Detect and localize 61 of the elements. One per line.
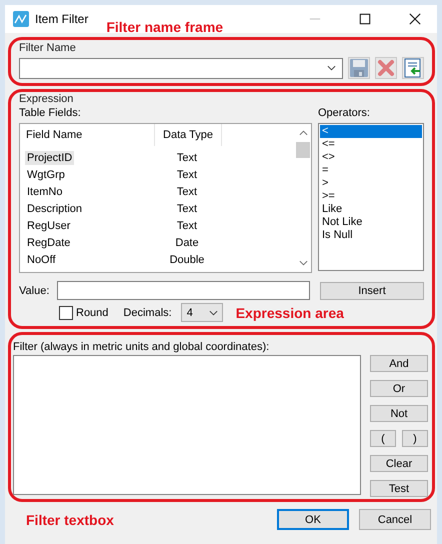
operator-item[interactable]: <> — [320, 151, 422, 164]
app-icon — [13, 11, 29, 27]
operator-item[interactable]: Is Null — [320, 229, 422, 242]
operator-item[interactable]: Like — [320, 203, 422, 216]
operator-button[interactable]: Not — [370, 405, 428, 422]
annotation-label: Filter name frame — [106, 19, 224, 35]
column-header[interactable]: Data Type — [155, 124, 222, 146]
operator-button[interactable]: And — [370, 355, 428, 372]
field-name[interactable]: Description — [25, 202, 84, 216]
operators-label: Operators: — [318, 107, 371, 119]
round-label[interactable]: Round — [76, 306, 108, 318]
data-type: Text — [176, 168, 198, 180]
field-name[interactable]: ItemNo — [25, 184, 64, 198]
annotation-label: Filter textbox — [26, 512, 115, 528]
insert-button[interactable]: Insert — [320, 282, 424, 300]
data-type: Date — [174, 236, 200, 248]
ok-button[interactable]: OK — [277, 509, 349, 530]
value-label: Value: — [19, 284, 50, 296]
maximize-icon[interactable] — [359, 13, 371, 25]
decimals-label: Decimals: — [123, 306, 172, 318]
round-checkbox[interactable] — [59, 306, 73, 320]
operator-item[interactable]: < — [320, 125, 422, 138]
table-fields-label: Table Fields: — [19, 107, 82, 119]
operator-item[interactable]: = — [320, 164, 422, 177]
operator-button[interactable]: Test — [370, 480, 428, 497]
close-icon[interactable] — [409, 13, 421, 25]
group-label: Expression — [19, 93, 74, 105]
operator-item[interactable]: >= — [320, 190, 422, 203]
field-name[interactable]: RegDate — [25, 236, 72, 250]
decimals-dropdown[interactable]: 4 — [180, 303, 223, 322]
operator-item[interactable]: Not Like — [320, 216, 422, 229]
dropdown-icon — [208, 310, 218, 316]
decimals-value: 4 — [186, 306, 193, 318]
operator-button[interactable]: Or — [370, 380, 428, 397]
operator-item[interactable]: <= — [320, 138, 422, 151]
data-type: Double — [168, 254, 206, 266]
operator-item[interactable]: > — [320, 177, 422, 190]
field-name[interactable]: RegUser — [25, 218, 72, 232]
parenthesis-button[interactable]: ( — [370, 430, 396, 447]
value-field[interactable] — [57, 281, 310, 300]
group-label: Filter Name — [19, 42, 77, 54]
data-type: Text — [176, 202, 198, 214]
column-header[interactable]: Field Name — [20, 124, 155, 146]
data-type: Text — [176, 220, 198, 232]
filter-name-combo[interactable] — [19, 58, 343, 78]
parenthesis-button[interactable]: ) — [402, 430, 428, 447]
field-name[interactable]: WgtGrp — [25, 168, 67, 182]
scroll-thumb[interactable] — [296, 142, 310, 158]
cancel-button[interactable]: Cancel — [359, 509, 431, 530]
data-type: Text — [176, 152, 198, 164]
filter-label: Filter (always in metric units and global coordinates): — [13, 341, 270, 353]
operator-button[interactable]: Clear — [370, 455, 428, 472]
field-name[interactable]: ProjectID — [25, 150, 74, 164]
dropdown-icon — [327, 65, 336, 71]
scroll-up-icon[interactable] — [298, 130, 308, 136]
scroll-down-icon[interactable] — [298, 260, 308, 266]
load-button[interactable] — [402, 57, 424, 79]
annotation-label: Expression area — [236, 304, 344, 320]
field-name[interactable]: NoOff — [25, 252, 58, 266]
data-type: Text — [176, 186, 198, 198]
window-title: Item Filter — [35, 12, 88, 26]
